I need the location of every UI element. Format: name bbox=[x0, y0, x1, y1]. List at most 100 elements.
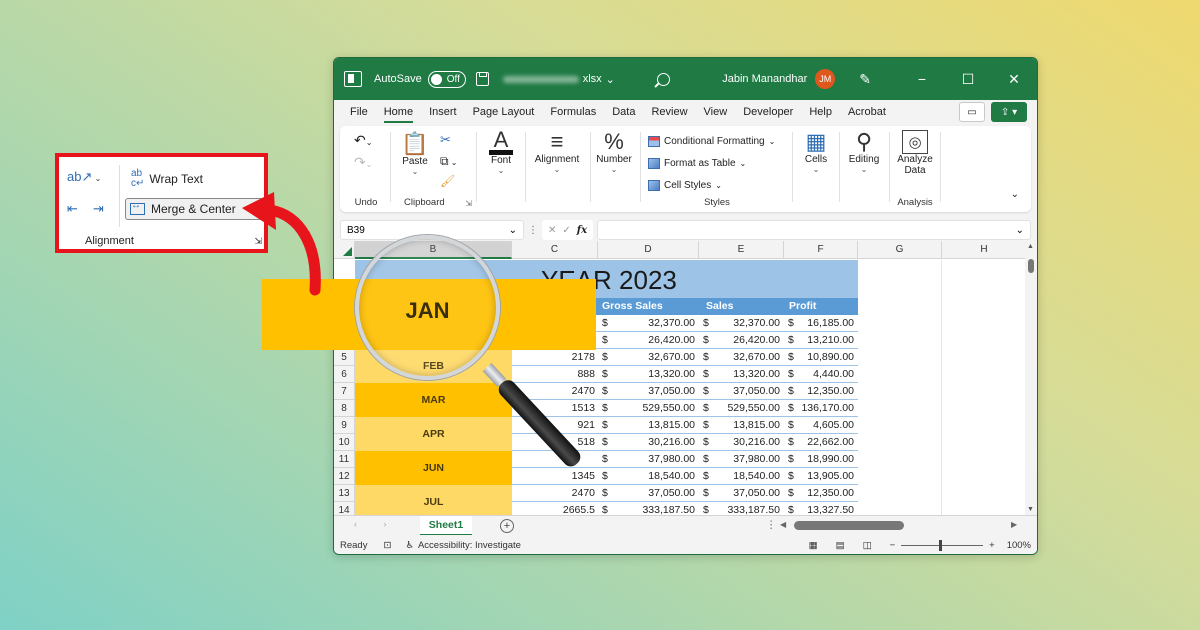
sales-cell[interactable]: $32,670.00 bbox=[699, 349, 784, 366]
decrease-indent-icon[interactable]: ⇤ bbox=[67, 201, 78, 217]
page-break-view-icon[interactable]: ◫ bbox=[863, 540, 872, 551]
sales-cell[interactable]: $529,550.00 bbox=[699, 400, 784, 417]
sales-cell[interactable]: $13,815.00 bbox=[699, 417, 784, 434]
gross-cell[interactable]: $18,540.00 bbox=[598, 468, 699, 485]
month-cell[interactable]: APR bbox=[355, 417, 512, 451]
minimize-button[interactable]: − bbox=[899, 71, 945, 87]
gross-cell[interactable]: $13,320.00 bbox=[598, 366, 699, 383]
redo-icon[interactable]: ↷⌄ bbox=[354, 154, 372, 171]
expand-formula-icon[interactable]: ⌄ bbox=[1016, 225, 1024, 236]
vertical-scrollbar[interactable]: ▲ ▼ bbox=[1025, 241, 1037, 515]
tab-home[interactable]: Home bbox=[376, 100, 421, 124]
column-header-g[interactable]: G bbox=[858, 241, 942, 259]
tab-data[interactable]: Data bbox=[604, 100, 643, 124]
orientation-icon[interactable]: ab↗ ⌄ bbox=[67, 169, 101, 185]
profit-cell[interactable]: $16,185.00 bbox=[784, 315, 858, 332]
scroll-down-icon[interactable]: ▼ bbox=[1027, 506, 1034, 513]
column-header-h[interactable]: H bbox=[942, 241, 1027, 259]
horizontal-scroll-thumb[interactable] bbox=[794, 521, 904, 530]
sales-cell[interactable]: $333,187.50 bbox=[699, 502, 784, 515]
wrap-text-button[interactable]: ab c↵ Wrap Text bbox=[131, 169, 203, 189]
cut-icon[interactable]: ✂ bbox=[440, 132, 451, 148]
zoom-in-button[interactable]: + bbox=[989, 540, 995, 551]
share-button[interactable]: ⇪ ▾ bbox=[991, 102, 1027, 122]
tab-insert[interactable]: Insert bbox=[421, 100, 465, 124]
row-header[interactable]: 6 bbox=[334, 366, 355, 383]
paste-button[interactable]: 📋 Paste ⌄ bbox=[398, 132, 432, 177]
gross-cell[interactable]: $333,187.50 bbox=[598, 502, 699, 515]
profit-cell[interactable]: $18,990.00 bbox=[784, 451, 858, 468]
macro-record-icon[interactable]: ⊡ bbox=[383, 540, 391, 551]
zoom-out-button[interactable]: − bbox=[890, 540, 896, 551]
zoom-level[interactable]: 100% bbox=[1007, 540, 1031, 551]
user-name[interactable]: Jabin Manandhar bbox=[722, 73, 807, 85]
tab-view[interactable]: View bbox=[696, 100, 736, 124]
formula-input[interactable]: ⌄ bbox=[597, 220, 1031, 240]
gross-cell[interactable]: $32,670.00 bbox=[598, 349, 699, 366]
sheet-tab-sheet1[interactable]: Sheet1 bbox=[420, 516, 472, 536]
row-header[interactable]: 10 bbox=[334, 434, 355, 451]
pen-icon[interactable]: ✎ bbox=[859, 71, 871, 88]
gross-cell[interactable]: $32,370.00 bbox=[598, 315, 699, 332]
search-icon[interactable] bbox=[657, 72, 671, 86]
insert-function-icon[interactable]: fx bbox=[577, 225, 587, 236]
sales-cell[interactable]: $37,980.00 bbox=[699, 451, 784, 468]
column-header-c[interactable]: C bbox=[512, 241, 598, 259]
maximize-button[interactable]: ☐ bbox=[945, 71, 991, 88]
tab-formulas[interactable]: Formulas bbox=[542, 100, 604, 124]
profit-cell[interactable]: $12,350.00 bbox=[784, 383, 858, 400]
avatar[interactable]: JM bbox=[815, 69, 836, 89]
add-sheet-button[interactable]: + bbox=[500, 519, 514, 533]
tab-acrobat[interactable]: Acrobat bbox=[840, 100, 894, 124]
vertical-scroll-thumb[interactable] bbox=[1028, 259, 1034, 273]
row-header[interactable]: 5 bbox=[334, 349, 355, 366]
sales-cell[interactable]: $18,540.00 bbox=[699, 468, 784, 485]
month-cell[interactable]: JUN bbox=[355, 451, 512, 485]
gross-cell[interactable]: $30,216.00 bbox=[598, 434, 699, 451]
format-as-table-button[interactable]: Format as Table ⌄ bbox=[648, 158, 746, 169]
font-button[interactable]: A Font ⌄ bbox=[480, 129, 522, 175]
tab-page-layout[interactable]: Page Layout bbox=[465, 100, 543, 124]
dialog-launcher-icon[interactable]: ⇲ bbox=[465, 199, 472, 208]
analyze-data-button[interactable]: ◎ Analyze Data bbox=[894, 130, 936, 176]
row-header[interactable]: 9 bbox=[334, 417, 355, 434]
profit-cell[interactable]: $4,605.00 bbox=[784, 417, 858, 434]
sales-cell[interactable]: $32,370.00 bbox=[699, 315, 784, 332]
profit-cell[interactable]: $13,210.00 bbox=[784, 332, 858, 349]
autosave-toggle[interactable]: Off bbox=[427, 70, 466, 88]
profit-cell[interactable]: $4,440.00 bbox=[784, 366, 858, 383]
more-options-icon[interactable]: ⋮ bbox=[528, 225, 538, 236]
accessibility-icon[interactable]: ♿ bbox=[405, 540, 414, 551]
units-cell[interactable]: 2665.5 bbox=[512, 502, 598, 515]
cells-button[interactable]: ▦ Cells ⌄ bbox=[796, 130, 836, 175]
month-cell[interactable]: JUL bbox=[355, 485, 512, 515]
scroll-right-icon[interactable]: ▶ bbox=[1011, 520, 1017, 529]
collapse-ribbon-icon[interactable]: ⌄ bbox=[1011, 189, 1019, 200]
row-header[interactable]: 13 bbox=[334, 485, 355, 502]
profit-cell[interactable]: $10,890.00 bbox=[784, 349, 858, 366]
normal-view-icon[interactable]: ▦ bbox=[809, 540, 818, 551]
profit-cell[interactable]: $22,662.00 bbox=[784, 434, 858, 451]
profit-cell[interactable]: $12,350.00 bbox=[784, 485, 858, 502]
accessibility-status[interactable]: Accessibility: Investigate bbox=[418, 540, 521, 551]
sales-cell[interactable]: $37,050.00 bbox=[699, 485, 784, 502]
profit-cell[interactable]: $13,327.50 bbox=[784, 502, 858, 515]
page-layout-view-icon[interactable]: ▤ bbox=[836, 540, 845, 551]
number-button[interactable]: % Number ⌄ bbox=[592, 130, 636, 175]
tab-file[interactable]: File bbox=[342, 100, 376, 124]
copy-icon[interactable]: ⧉ ⌄ bbox=[440, 154, 458, 169]
gross-cell[interactable]: $37,050.00 bbox=[598, 485, 699, 502]
sales-cell[interactable]: $13,320.00 bbox=[699, 366, 784, 383]
column-header-d[interactable]: D bbox=[598, 241, 699, 259]
row-header[interactable]: 11 bbox=[334, 451, 355, 468]
undo-icon[interactable]: ↶⌄ bbox=[354, 132, 372, 149]
select-all-button[interactable] bbox=[334, 241, 355, 259]
tab-help[interactable]: Help bbox=[801, 100, 840, 124]
row-header[interactable]: 12 bbox=[334, 468, 355, 485]
gross-cell[interactable]: $37,050.00 bbox=[598, 383, 699, 400]
alignment-button[interactable]: ≡ Alignment ⌄ bbox=[528, 130, 586, 175]
file-name[interactable]: xlsx ⌄ bbox=[502, 73, 615, 86]
sales-cell[interactable]: $30,216.00 bbox=[699, 434, 784, 451]
units-cell[interactable]: 1345 bbox=[512, 468, 598, 485]
gross-cell[interactable]: $13,815.00 bbox=[598, 417, 699, 434]
